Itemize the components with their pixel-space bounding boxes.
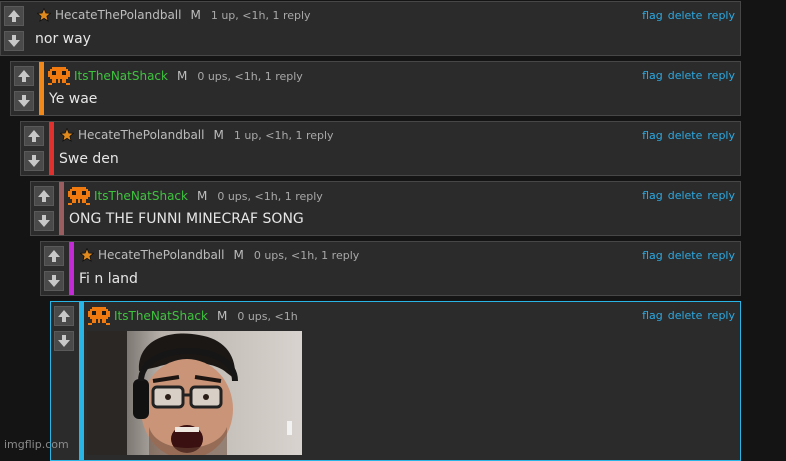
- comment-header: ItsTheNatShack M 0 ups, <1h, 1 reply: [48, 67, 303, 85]
- comment-header: ItsTheNatShack M 0 ups, <1h, 1 reply: [68, 187, 323, 205]
- thread-depth-bar: [79, 302, 84, 460]
- reply-link[interactable]: reply: [707, 189, 735, 202]
- reply-link[interactable]: reply: [707, 249, 735, 262]
- flag-link[interactable]: flag: [642, 249, 663, 262]
- username-link[interactable]: ItsTheNatShack: [114, 309, 208, 323]
- watermark: imgflip.com: [4, 438, 69, 451]
- downvote-button[interactable]: [4, 31, 24, 51]
- comment-text: ONG THE FUNNI MINECRAF SONG: [69, 211, 304, 227]
- mod-badge: M: [213, 128, 224, 142]
- mod-badge: M: [196, 189, 208, 203]
- delete-link[interactable]: delete: [668, 189, 703, 202]
- star-badge-icon: [60, 128, 74, 142]
- upvote-button[interactable]: [54, 306, 74, 326]
- comment-meta: 1 up, <1h, 1 reply: [210, 8, 311, 22]
- flag-link[interactable]: flag: [642, 9, 663, 22]
- arrow-down-icon: [48, 275, 60, 287]
- pixel-avatar-icon: [68, 187, 90, 205]
- arrow-down-icon: [18, 95, 30, 107]
- comment-meta: 0 ups, <1h, 1 reply: [253, 248, 360, 262]
- comment: ItsTheNatShack M 0 ups, <1h flag delete re…: [50, 301, 741, 461]
- thread-depth-bar: [69, 242, 74, 295]
- arrow-down-icon: [58, 335, 70, 347]
- arrow-up-icon: [18, 70, 30, 82]
- comment: HecateThePolandball M 0 ups, <1h, 1 repl…: [40, 241, 741, 296]
- comment-actions: flag delete reply: [637, 9, 735, 22]
- upvote-button[interactable]: [44, 246, 64, 266]
- upvote-button[interactable]: [34, 186, 54, 206]
- username-link[interactable]: HecateThePolandball: [78, 128, 204, 142]
- delete-link[interactable]: delete: [668, 129, 703, 142]
- mod-badge: M: [216, 309, 228, 323]
- comment-actions: flag delete reply: [637, 69, 735, 82]
- thread-depth-bar: [39, 62, 44, 115]
- flag-link[interactable]: flag: [642, 69, 663, 82]
- comment: HecateThePolandball M 1 up, <1h, 1 reply…: [20, 121, 741, 176]
- username-link[interactable]: HecateThePolandball: [98, 248, 224, 262]
- meme-image[interactable]: [87, 331, 302, 455]
- reply-link[interactable]: reply: [707, 129, 735, 142]
- reply-link[interactable]: reply: [707, 9, 735, 22]
- reply-link[interactable]: reply: [707, 309, 735, 322]
- star-badge-icon: [37, 8, 51, 22]
- comment-meta: 0 ups, <1h: [237, 309, 298, 323]
- downvote-button[interactable]: [14, 91, 34, 111]
- arrow-down-icon: [28, 155, 40, 167]
- upvote-button[interactable]: [24, 126, 44, 146]
- comment-meta: 1 up, <1h, 1 reply: [233, 128, 334, 142]
- comment: ItsTheNatShack M 0 ups, <1h, 1 reply fla…: [10, 61, 741, 116]
- delete-link[interactable]: delete: [668, 9, 703, 22]
- username-link[interactable]: ItsTheNatShack: [74, 69, 168, 83]
- pixel-avatar-icon: [48, 67, 70, 85]
- comment-text: Ye wae: [49, 91, 98, 107]
- comment-actions: flag delete reply: [637, 189, 735, 202]
- flag-link[interactable]: flag: [642, 129, 663, 142]
- arrow-down-icon: [8, 35, 20, 47]
- downvote-button[interactable]: [34, 211, 54, 231]
- comment-actions: flag delete reply: [637, 309, 735, 322]
- comment-text: Fi n land: [79, 271, 138, 287]
- upvote-button[interactable]: [4, 6, 24, 26]
- comment-actions: flag delete reply: [637, 129, 735, 142]
- comment-meta: 0 ups, <1h, 1 reply: [197, 69, 303, 83]
- upvote-button[interactable]: [14, 66, 34, 86]
- comment-meta: 0 ups, <1h, 1 reply: [217, 189, 323, 203]
- comment-header: HecateThePolandball M 1 up, <1h, 1 reply: [37, 8, 311, 22]
- downvote-button[interactable]: [44, 271, 64, 291]
- username-link[interactable]: ItsTheNatShack: [94, 189, 188, 203]
- comment-text: Swe den: [59, 151, 119, 167]
- thread-depth-bar: [49, 122, 54, 175]
- comment: HecateThePolandball M 1 up, <1h, 1 reply…: [0, 1, 741, 56]
- arrow-up-icon: [28, 130, 40, 142]
- arrow-up-icon: [58, 310, 70, 322]
- arrow-up-icon: [38, 190, 50, 202]
- mod-badge: M: [176, 69, 188, 83]
- delete-link[interactable]: delete: [668, 69, 703, 82]
- flag-link[interactable]: flag: [642, 189, 663, 202]
- mod-badge: M: [190, 8, 201, 22]
- mod-badge: M: [233, 248, 244, 262]
- downvote-button[interactable]: [54, 331, 74, 351]
- delete-link[interactable]: delete: [668, 249, 703, 262]
- comment-header: ItsTheNatShack M 0 ups, <1h: [88, 307, 298, 325]
- pixel-avatar-icon: [88, 307, 110, 325]
- username-link[interactable]: HecateThePolandball: [55, 8, 181, 22]
- reply-link[interactable]: reply: [707, 69, 735, 82]
- delete-link[interactable]: delete: [668, 309, 703, 322]
- comment-text: nor way: [35, 31, 91, 47]
- arrow-up-icon: [48, 250, 60, 262]
- arrow-down-icon: [38, 215, 50, 227]
- comment: ItsTheNatShack M 0 ups, <1h, 1 reply fla…: [30, 181, 741, 236]
- flag-link[interactable]: flag: [642, 309, 663, 322]
- arrow-up-icon: [8, 10, 20, 22]
- comment-actions: flag delete reply: [637, 249, 735, 262]
- star-badge-icon: [80, 248, 94, 262]
- comment-header: HecateThePolandball M 0 ups, <1h, 1 repl…: [80, 248, 359, 262]
- downvote-button[interactable]: [24, 151, 44, 171]
- comment-header: HecateThePolandball M 1 up, <1h, 1 reply: [60, 128, 334, 142]
- thread-depth-bar: [59, 182, 64, 235]
